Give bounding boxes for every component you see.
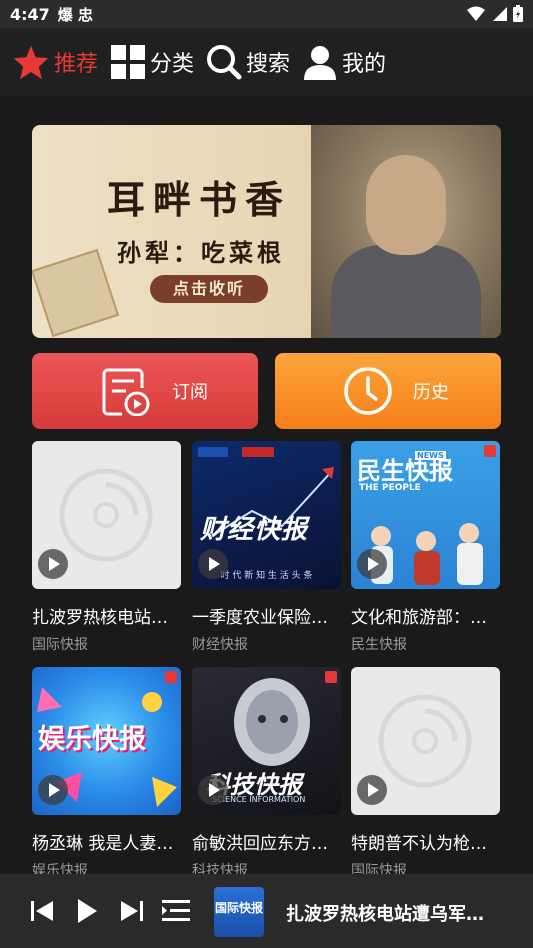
card-title: 文化和旅游部：…	[351, 608, 487, 628]
status-bar: 4:47 爆 忠	[0, 0, 533, 28]
play-icon[interactable]	[38, 549, 68, 579]
nav-item-search[interactable]: 搜索	[206, 44, 290, 80]
grid-icon	[111, 45, 146, 79]
nav-label-recommend: 推荐	[54, 52, 99, 77]
thumb-subtitle: THE PEOPLE	[359, 483, 421, 493]
audio-card[interactable]: NEWS 民生快报 THE PEOPLE 文化和旅游部：… 民生快报	[351, 441, 500, 654]
card-source: 民生快报	[351, 637, 407, 653]
card-title: 特朗普不认为枪…	[351, 834, 487, 854]
top-nav: 推荐 分类 搜索 我的	[0, 28, 533, 96]
featured-banner[interactable]: 耳畔书香 孙犁：吃菜根 点击收听	[32, 125, 501, 338]
card-title: 俞敏洪回应东方…	[192, 834, 328, 854]
books-illustration	[32, 248, 120, 338]
play-icon[interactable]	[198, 775, 228, 805]
card-thumbnail	[32, 441, 181, 589]
audio-card[interactable]: 扎波罗热核电站… 国际快报	[32, 441, 181, 654]
play-icon[interactable]	[76, 898, 98, 924]
banner-title: 耳畔书香	[107, 177, 292, 222]
card-source: 财经快报	[192, 637, 248, 653]
clock-icon	[344, 367, 392, 415]
player-track-title: 扎波罗热核电站遭乌军…	[286, 904, 484, 925]
nav-label-search: 搜索	[246, 52, 291, 77]
status-time: 4:47	[10, 4, 50, 24]
author-portrait	[311, 125, 501, 338]
play-icon[interactable]	[357, 549, 387, 579]
search-icon	[207, 45, 242, 80]
mini-player: 国际快报 扎波罗热核电站遭乌军…	[0, 874, 533, 948]
thumb-title: 财经快报	[200, 515, 309, 545]
audio-card[interactable]: 特朗普不认为枪… 国际快报	[351, 667, 500, 880]
next-icon[interactable]	[120, 899, 144, 923]
history-label: 历史	[413, 382, 449, 403]
player-cover-text: 国际快报	[214, 901, 263, 915]
audio-card[interactable]: 财经快报 时 代 新 知 生 活 头 条 一季度农业保险… 财经快报	[192, 441, 341, 654]
battery-icon	[513, 5, 523, 22]
player-cover[interactable]: 国际快报	[214, 887, 264, 937]
thumb-title: 民生快报	[357, 457, 453, 485]
history-button[interactable]: 历史	[275, 353, 501, 429]
card-thumbnail: 科技快报 SCIENCE INFORMATION	[192, 667, 341, 815]
playlist-icon[interactable]	[162, 899, 190, 923]
thumb-title: 娱乐快报	[38, 724, 146, 755]
play-icon[interactable]	[198, 549, 228, 579]
star-icon	[13, 45, 49, 80]
play-icon[interactable]	[357, 775, 387, 805]
card-thumbnail: 娱乐快报	[32, 667, 181, 815]
card-title: 一季度农业保险…	[192, 608, 328, 628]
status-app-icons: 爆 忠	[57, 5, 94, 24]
nav-item-mine[interactable]: 我的	[302, 44, 386, 80]
card-source: 国际快报	[32, 637, 88, 653]
audio-card[interactable]: 科技快报 SCIENCE INFORMATION 俞敏洪回应东方… 科技快报	[192, 667, 341, 880]
card-thumbnail	[351, 667, 500, 815]
subscribe-icon	[102, 368, 150, 416]
card-thumbnail: NEWS 民生快报 THE PEOPLE	[351, 441, 500, 589]
previous-icon[interactable]	[30, 899, 54, 923]
user-icon	[304, 46, 337, 80]
nav-item-recommend[interactable]: 推荐	[12, 44, 98, 80]
card-thumbnail: 财经快报 时 代 新 知 生 活 头 条	[192, 441, 341, 589]
banner-subtitle: 孙犁：吃菜根	[117, 238, 285, 267]
status-indicators	[467, 5, 523, 22]
signal-icon	[493, 6, 507, 21]
nav-label-mine: 我的	[342, 52, 387, 77]
card-title: 扎波罗热核电站…	[32, 608, 168, 628]
audio-card[interactable]: 娱乐快报 杨丞琳 我是人妻… 娱乐快报	[32, 667, 181, 880]
nav-label-category: 分类	[150, 52, 195, 77]
banner-listen-button[interactable]: 点击收听	[150, 275, 268, 303]
subscribe-button[interactable]: 订阅	[32, 353, 258, 429]
subscribe-label: 订阅	[172, 382, 208, 403]
card-title: 杨丞琳 我是人妻…	[32, 834, 174, 854]
play-icon[interactable]	[38, 775, 68, 805]
wifi-icon	[467, 6, 485, 21]
nav-item-category[interactable]: 分类	[110, 44, 194, 80]
